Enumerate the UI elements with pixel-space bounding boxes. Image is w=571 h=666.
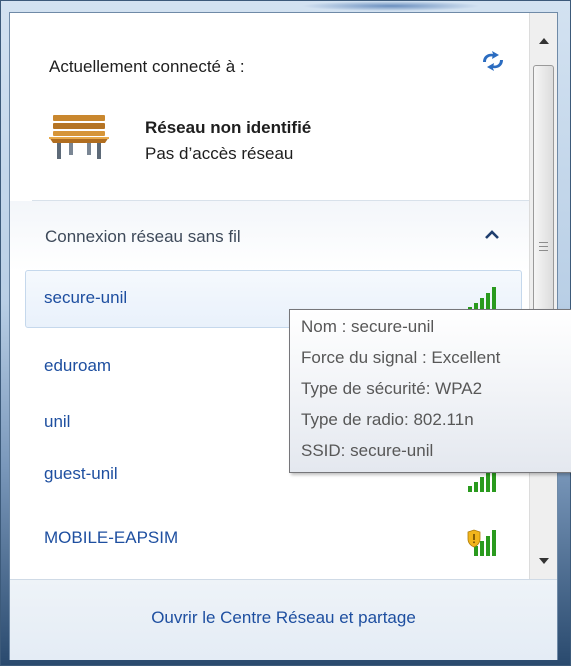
tooltip-line: SSID: secure-unil	[301, 441, 434, 460]
tooltip-line: Type de sécurité: WPA2	[301, 379, 483, 398]
frame-glow	[301, 1, 481, 11]
grip-line	[539, 250, 548, 251]
grip-line	[539, 246, 548, 247]
warning-shield-signal-icon	[467, 529, 496, 556]
open-network-center-link[interactable]: Ouvrir le Centre Réseau et partage	[10, 608, 557, 628]
scroll-up-button[interactable]	[534, 29, 554, 51]
grip-line	[539, 242, 548, 243]
flyout-footer: Ouvrir le Centre Réseau et partage	[10, 579, 557, 660]
current-network-status: Pas d’accès réseau	[145, 144, 294, 163]
connected-to-label: Actuellement connecté à :	[49, 57, 245, 76]
wireless-section-header[interactable]: Connexion réseau sans fil	[10, 201, 529, 271]
bench-icon	[49, 115, 109, 159]
network-name: unil	[44, 412, 71, 431]
scroll-down-button[interactable]	[534, 550, 554, 572]
flyout-content: Actuellement connecté à : Réseau non ide…	[10, 13, 530, 579]
arrow-up-icon	[539, 37, 549, 44]
network-details-tooltip: Nom : secure-unil Force du signal : Exce…	[289, 309, 571, 473]
refresh-icon[interactable]	[480, 50, 506, 72]
network-item-mobile-eapsim[interactable]: MOBILE-EAPSIM	[25, 511, 522, 569]
network-name: eduroam	[44, 356, 112, 375]
current-network-name: Réseau non identifié	[145, 118, 312, 137]
vertical-scrollbar[interactable]	[529, 13, 557, 579]
arrow-down-icon	[539, 557, 549, 564]
tooltip-line: Type de radio: 802.11n	[301, 410, 474, 429]
chevron-up-icon[interactable]	[485, 230, 499, 240]
network-name: MOBILE-EAPSIM	[44, 528, 179, 547]
network-name: guest-unil	[44, 464, 118, 483]
network-name: secure-unil	[44, 288, 128, 307]
flyout-window-frame: Actuellement connecté à : Réseau non ide…	[0, 0, 571, 666]
tooltip-line: Nom : secure-unil	[301, 317, 435, 336]
tooltip-line: Force du signal : Excellent	[301, 348, 501, 367]
wireless-section-title: Connexion réseau sans fil	[45, 227, 241, 246]
